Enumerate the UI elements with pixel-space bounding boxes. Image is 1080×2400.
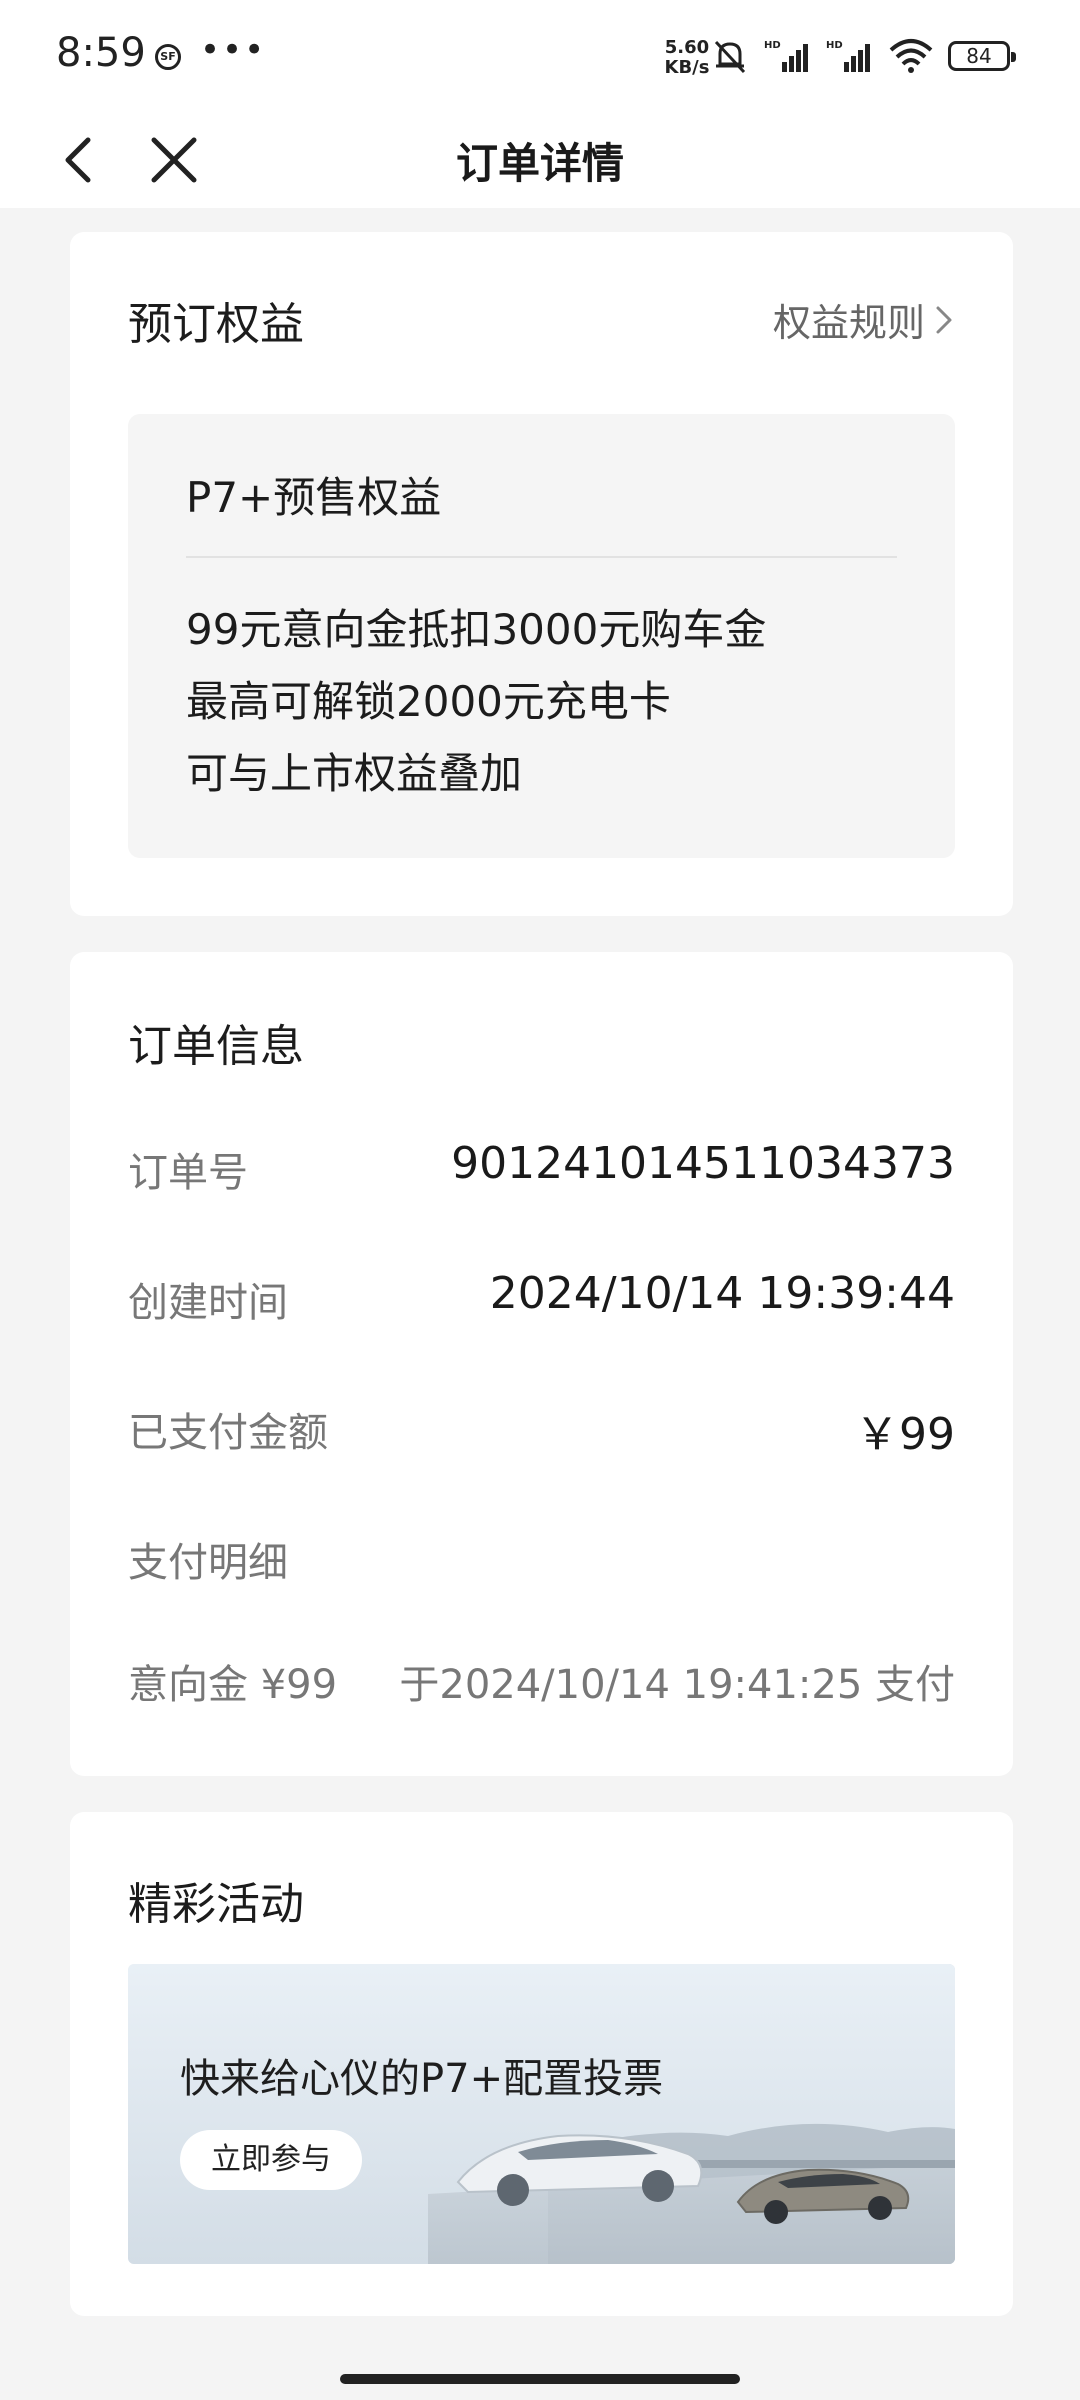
signal-1-icon: HD <box>764 40 808 72</box>
nav-bar: 订单详情 <box>0 112 1080 208</box>
chevron-right-icon <box>936 306 952 333</box>
signal-2-icon: HD <box>826 40 870 72</box>
payment-detail-label: 支付明细 <box>128 1540 288 1586</box>
home-indicator[interactable] <box>340 2374 740 2384</box>
page-title: 订单详情 <box>455 139 624 188</box>
benefit-line: 99元意向金抵扣3000元购车金 <box>186 605 767 654</box>
status-time: 8:59 <box>56 30 146 76</box>
benefit-line: 最高可解锁2000元充电卡 <box>186 677 671 726</box>
network-speed: 5.60 KB/s <box>662 38 712 78</box>
sf-app-icon: SF <box>155 44 181 70</box>
activity-card: 精彩活动 快来给心仪的P7+配置投票 立即参与 <box>70 1812 1013 2316</box>
car-banner-image <box>128 1964 955 2264</box>
order-number-value: 901241014511034373 <box>451 1138 955 1189</box>
banner-text: 快来给心仪的P7+配置投票 <box>180 2056 664 2102</box>
status-bar: 8:59 SF ••• 5.60 KB/s HD HD 84 <box>0 0 1080 112</box>
deposit-paid-time: 于2024/10/14 19:41:25 支付 <box>399 1662 955 1708</box>
paid-amount-label: 已支付金额 <box>128 1410 328 1456</box>
deposit-label: 意向金 ¥99 <box>128 1662 338 1708</box>
created-time-label: 创建时间 <box>128 1280 288 1326</box>
created-time-value: 2024/10/14 19:39:44 <box>489 1268 955 1319</box>
order-info-title: 订单信息 <box>128 1021 304 1072</box>
svg-text:HD: HD <box>764 40 781 51</box>
benefits-title: 预订权益 <box>128 299 304 350</box>
activity-title: 精彩活动 <box>128 1879 304 1930</box>
paid-amount-value: ￥99 <box>855 1409 955 1460</box>
presale-benefit-box: P7+预售权益 99元意向金抵扣3000元购车金 最高可解锁2000元充电卡 可… <box>128 414 955 858</box>
wifi-icon <box>889 39 933 73</box>
status-icons: HD HD 84 <box>710 36 1016 76</box>
network-speed-unit: KB/s <box>664 57 710 78</box>
battery-icon: 84 <box>948 41 1016 71</box>
vote-banner[interactable]: 快来给心仪的P7+配置投票 立即参与 <box>128 1964 955 2264</box>
divider <box>186 556 897 558</box>
network-speed-value: 5.60 <box>664 37 710 58</box>
benefits-card: 预订权益 权益规则 P7+预售权益 99元意向金抵扣3000元购车金 最高可解锁… <box>70 232 1013 916</box>
benefit-rules-label: 权益规则 <box>772 301 925 345</box>
benefit-rules-link[interactable]: 权益规则 <box>773 292 955 347</box>
order-info-card: 订单信息 订单号 901241014511034373 创建时间 2024/10… <box>70 952 1013 1776</box>
mute-bell-icon <box>714 40 746 74</box>
more-notifications-icon: ••• <box>200 30 267 70</box>
join-now-button[interactable]: 立即参与 <box>180 2130 362 2190</box>
presale-benefit-title: P7+预售权益 <box>186 473 442 522</box>
order-number-label: 订单号 <box>128 1150 248 1196</box>
benefit-line: 可与上市权益叠加 <box>186 749 523 798</box>
svg-text:HD: HD <box>826 40 843 51</box>
